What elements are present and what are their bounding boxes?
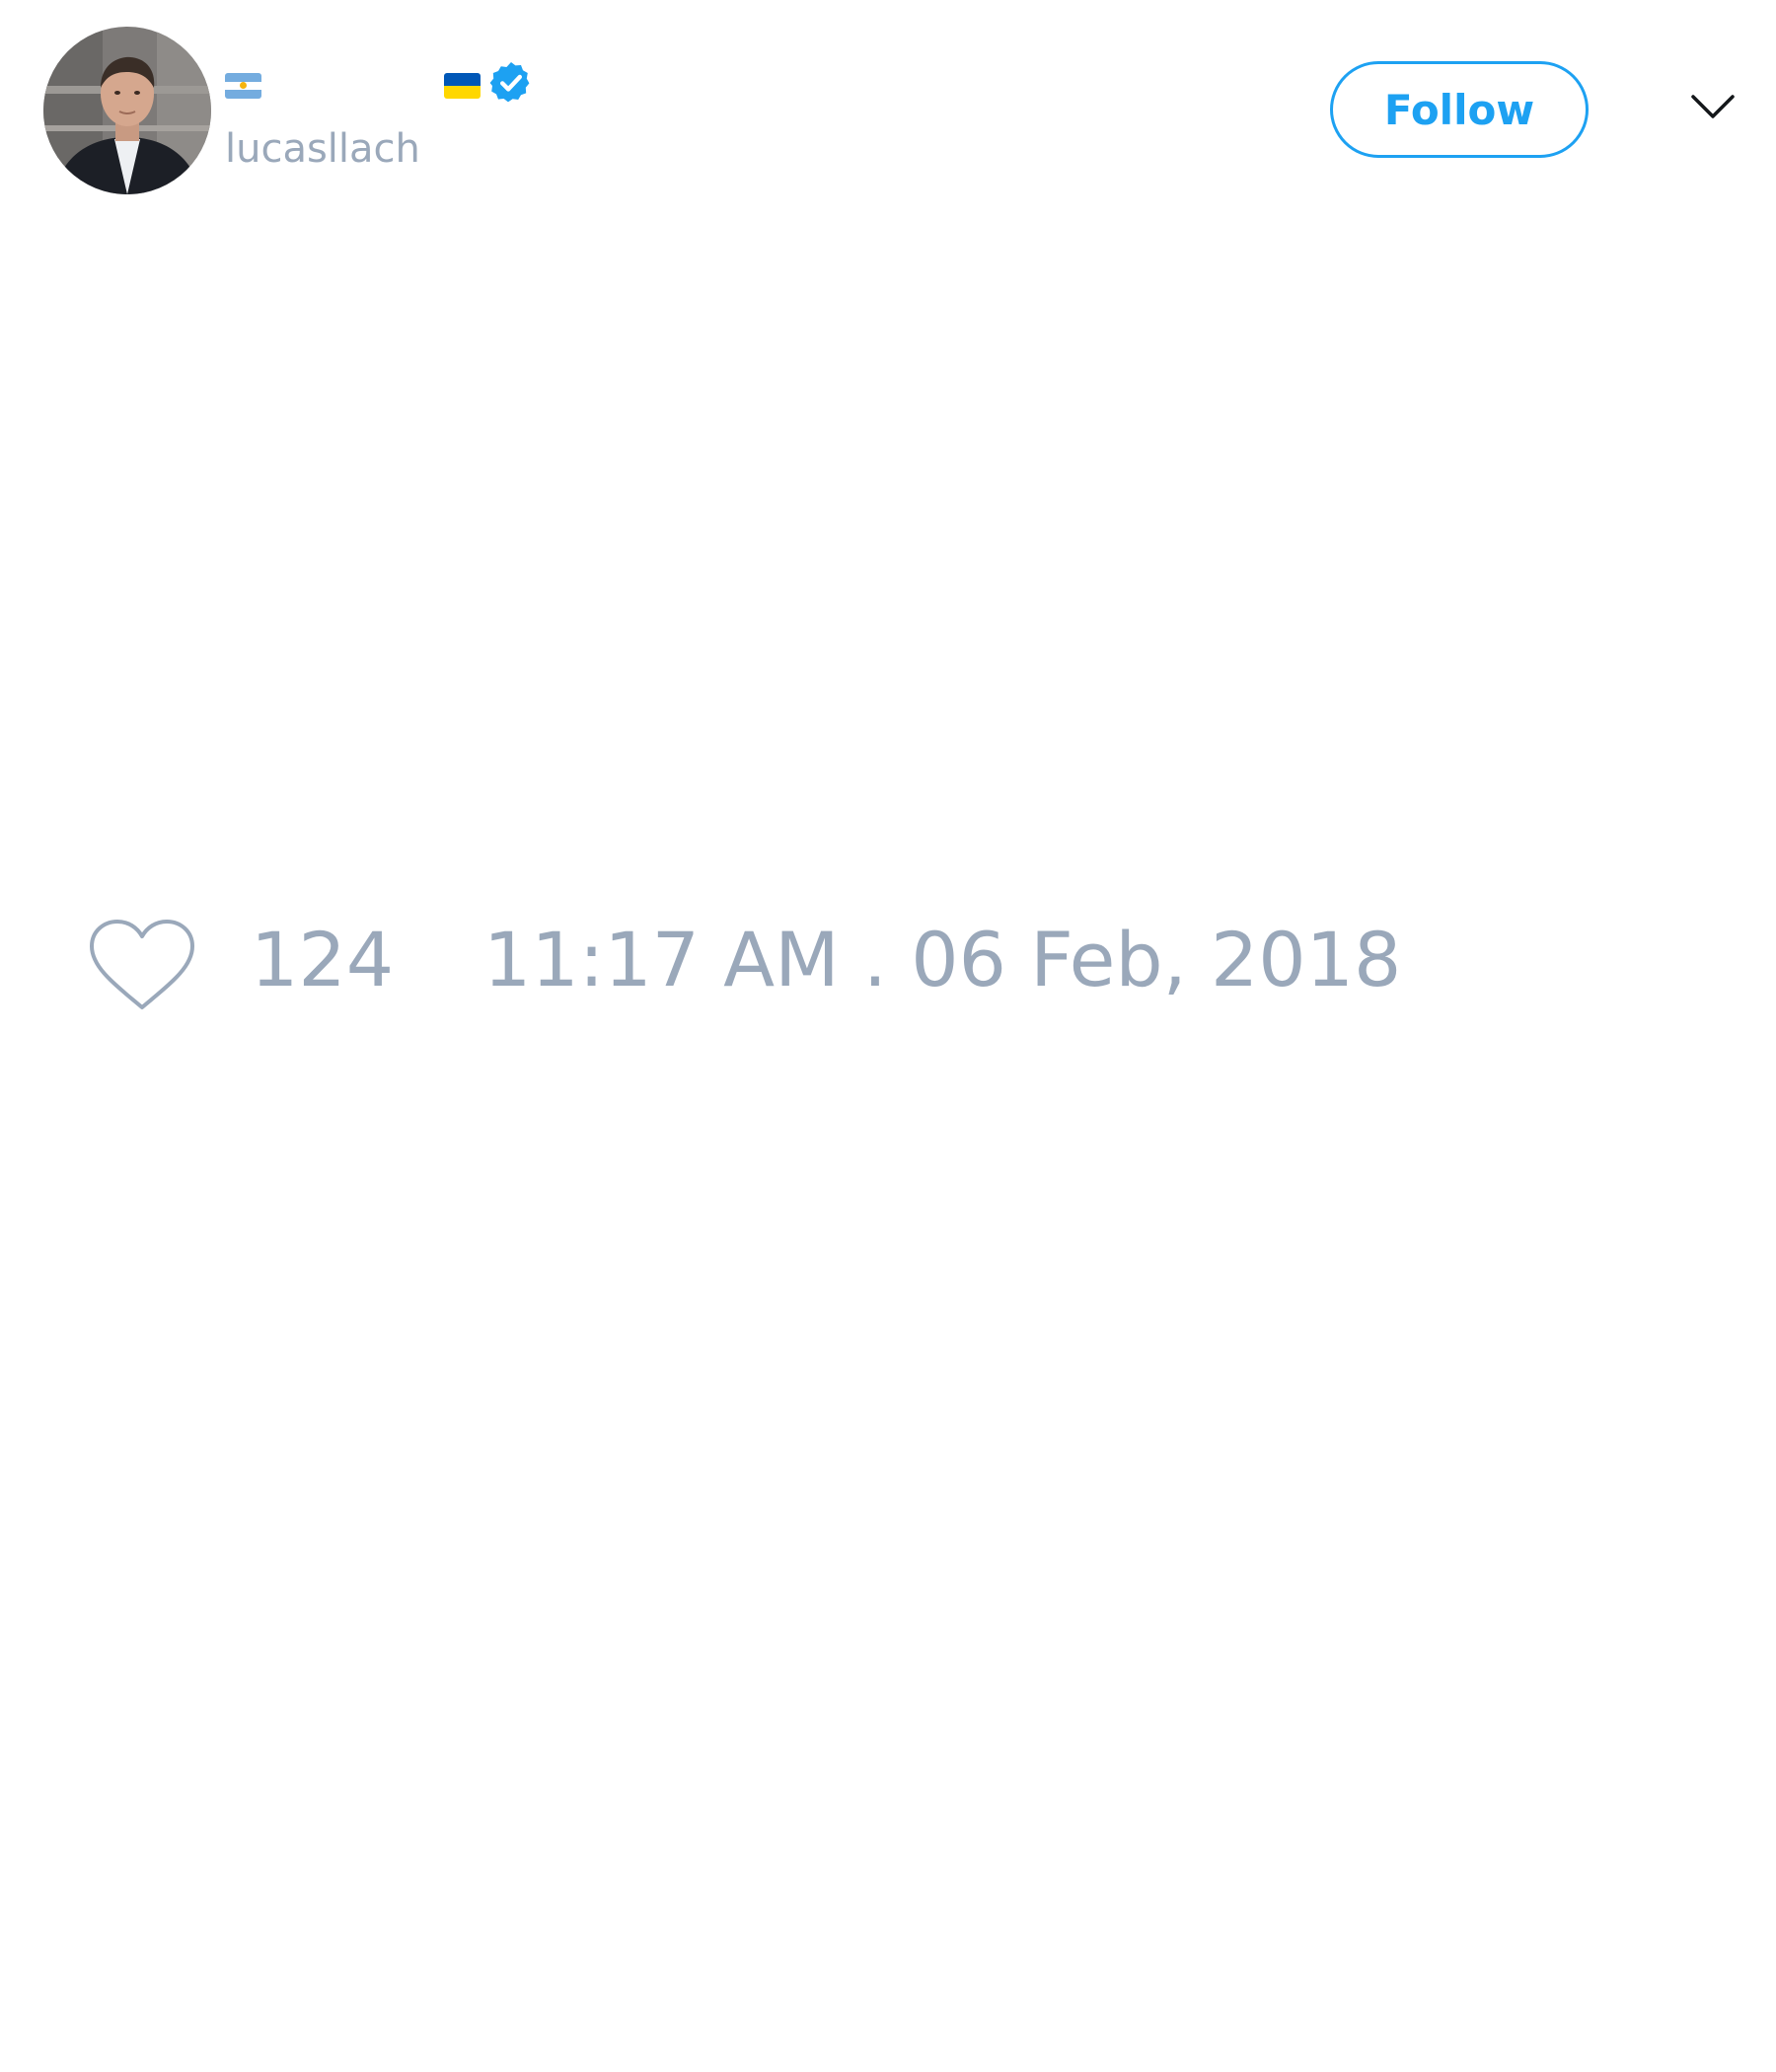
author-display-name[interactable]	[270, 61, 438, 101]
avatar-photo	[43, 27, 211, 194]
like-count: 124	[251, 916, 395, 1003]
tweet-footer: 124 11:17 AM . 06 Feb, 2018	[0, 913, 1776, 1021]
author-name-row[interactable]	[225, 55, 560, 111]
ukraine-flag-icon	[444, 73, 481, 99]
heart-outline-icon[interactable]	[87, 919, 197, 1013]
author-handle[interactable]: lucasllach	[225, 126, 420, 172]
avatar[interactable]	[43, 27, 211, 194]
verified-badge-icon	[489, 62, 530, 103]
chevron-down-icon[interactable]	[1689, 91, 1737, 122]
follow-button[interactable]: Follow	[1330, 61, 1589, 158]
tweet-timestamp[interactable]: 11:17 AM . 06 Feb, 2018	[483, 923, 1401, 998]
tweet-header: lucasllach Follow	[0, 0, 1776, 227]
argentina-flag-icon	[225, 73, 261, 99]
